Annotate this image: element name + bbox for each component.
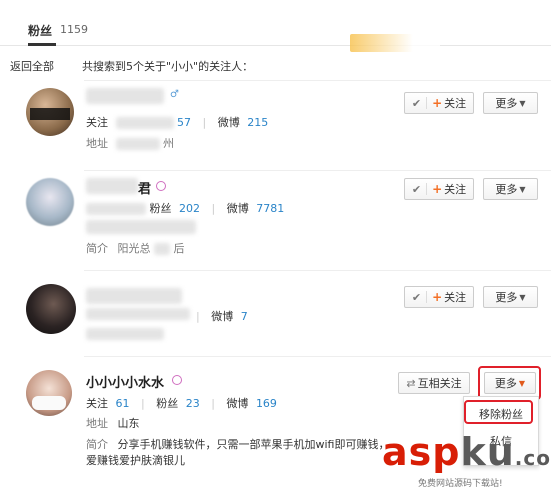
more-button-highlight	[478, 366, 541, 400]
back-to-all-link[interactable]: 返回全部	[10, 58, 54, 74]
weibo-count[interactable]: 7781	[256, 202, 284, 215]
tab-fans-label[interactable]: 粉丝	[28, 22, 52, 39]
user-bio-line2: 爱赚钱爱护肤滴银儿	[86, 454, 185, 467]
user-location: 地址 山东	[86, 415, 140, 431]
user-name[interactable]: 小小小小水水	[86, 372, 164, 391]
fans-tab-header: 粉丝 1159	[0, 0, 551, 52]
avatar[interactable]	[26, 178, 74, 226]
chevron-down-icon: ▼	[519, 184, 526, 194]
follow-button[interactable]: ✔ + 关注	[404, 286, 474, 308]
check-icon: ✔	[411, 182, 422, 196]
follow-button[interactable]: ✔ + 关注	[404, 178, 474, 200]
following-count[interactable]: 61	[116, 397, 130, 410]
watermark-subtitle: 免费网站源码下载站!	[418, 479, 503, 489]
user-row: 君 粉丝 202 | 微博 7781 简介 阳光总 后 ✔ + 关注 更多 ▼	[0, 170, 551, 270]
blurred-location	[86, 220, 196, 234]
more-button[interactable]: 更多 ▼	[483, 178, 538, 200]
blurred-following	[86, 203, 146, 215]
blurred-name	[86, 288, 182, 304]
location-label: 地址	[86, 137, 108, 150]
chevron-down-icon: ▼	[519, 98, 526, 108]
avatar[interactable]	[26, 284, 76, 334]
following-label: 关注	[86, 116, 108, 129]
blurred-bio	[154, 243, 170, 255]
header-decoration	[350, 34, 440, 52]
user-stats: | 微博 7	[196, 310, 248, 323]
location-value: 山东	[117, 417, 140, 430]
weibo-label: 微博	[217, 116, 240, 129]
user-stats: 关注 57 | 微博 215	[86, 116, 269, 129]
tab-active-underline	[28, 43, 56, 46]
location-label: 地址	[86, 417, 108, 430]
weibo-label: 微博	[211, 310, 234, 323]
user-bio: 简介 分享手机赚钱软件，只需一部苹果手机加wifi即可赚钱，	[86, 436, 389, 452]
more-button[interactable]: 更多 ▼	[483, 92, 538, 114]
weibo-label: 微博	[226, 202, 249, 215]
search-summary: 共搜索到5个关于"小小"的关注人：	[82, 60, 254, 73]
user-stats: 关注 61 | 粉丝 23 | 微博 169	[86, 397, 277, 410]
blurred-stats	[115, 117, 174, 129]
weibo-count[interactable]: 169	[256, 397, 277, 410]
avatar[interactable]	[26, 370, 72, 416]
site-watermark: aspku.com	[382, 430, 551, 474]
fans-count[interactable]: 57	[177, 116, 191, 129]
row-divider	[84, 270, 551, 271]
following-label: 关注	[86, 397, 108, 410]
weibo-label: 微博	[226, 397, 249, 410]
bio-value: 分享手机赚钱软件，只需一部苹果手机加wifi即可赚钱，	[117, 438, 390, 451]
user-stats: 粉丝 202 | 微博 7781	[86, 200, 284, 216]
more-button[interactable]: 更多 ▼	[483, 286, 538, 308]
fans-label: 粉丝	[149, 202, 172, 215]
fans-label: 粉丝	[156, 397, 179, 410]
bio-label: 简介	[86, 438, 108, 451]
user-location: 地址 州	[86, 135, 174, 151]
plus-icon: +	[432, 96, 443, 110]
plus-icon: +	[432, 290, 443, 304]
bio-label: 简介	[86, 242, 108, 255]
check-icon: ✔	[411, 290, 422, 304]
check-icon: ✔	[411, 96, 422, 110]
remove-fan-highlight	[464, 400, 533, 424]
bio-tail: 后	[173, 242, 185, 255]
blurred-stats	[86, 308, 190, 320]
bio-value: 阳光总	[117, 242, 151, 255]
weibo-count[interactable]: 7	[241, 310, 248, 323]
blurred-location	[115, 138, 160, 150]
female-icon	[156, 181, 166, 191]
location-value: 州	[163, 137, 174, 150]
male-icon: ♂	[170, 89, 179, 100]
blurred-name	[86, 88, 164, 104]
user-name-suffix[interactable]: 君	[138, 178, 151, 197]
follow-button[interactable]: ✔ + 关注	[404, 92, 474, 114]
row-divider	[84, 356, 551, 357]
user-row: ♂ 关注 57 | 微博 215 地址 州 ✔ + 关注 更多 ▼	[0, 80, 551, 170]
chevron-down-icon: ▼	[519, 292, 526, 302]
row-divider	[84, 80, 551, 81]
user-row: | 微博 7 ✔ + 关注 更多 ▼	[0, 270, 551, 356]
mutual-follow-button[interactable]: ⇄ 互相关注	[398, 372, 470, 394]
avatar[interactable]	[26, 88, 74, 136]
plus-icon: +	[432, 182, 443, 196]
row-divider	[84, 170, 551, 171]
user-bio: 简介 阳光总 后	[86, 240, 185, 256]
weibo-count[interactable]: 215	[247, 116, 268, 129]
blurred-bio	[86, 328, 164, 340]
fans-count[interactable]: 23	[186, 397, 200, 410]
female-icon	[172, 375, 182, 385]
tab-fans-count: 1159	[60, 23, 88, 36]
fans-count[interactable]: 202	[179, 202, 200, 215]
swap-arrows-icon: ⇄	[406, 376, 416, 390]
blurred-name	[86, 178, 138, 194]
